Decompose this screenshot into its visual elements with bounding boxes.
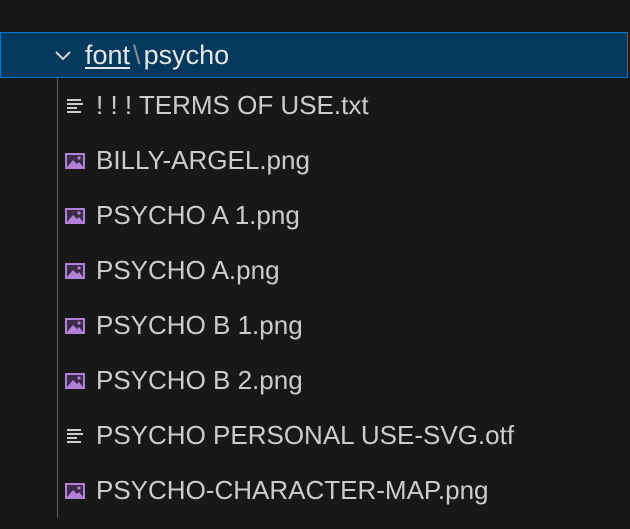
file-name: PSYCHO A.png xyxy=(96,255,280,285)
file-name: PSYCHO B 1.png xyxy=(96,310,303,340)
text-file-icon xyxy=(64,95,86,117)
folder-name: psycho xyxy=(143,39,230,70)
image-file-icon xyxy=(64,480,86,502)
file-row-terms-of-use[interactable]: ! ! ! TERMS OF USE.txt xyxy=(0,78,630,133)
file-name: PSYCHO PERSONAL USE-SVG.otf xyxy=(96,420,515,450)
previous-row-fragment: ˙ ˙ xyxy=(0,0,630,32)
file-row-billy-argel[interactable]: BILLY-ARGEL.png xyxy=(0,133,630,188)
clipped-text: ˙ ˙ xyxy=(330,0,360,17)
file-row-psycho-b-1[interactable]: PSYCHO B 1.png xyxy=(0,298,630,353)
file-row-psycho-b-2[interactable]: PSYCHO B 2.png xyxy=(0,353,630,408)
file-row-psycho-a[interactable]: PSYCHO A.png xyxy=(0,243,630,298)
image-file-icon xyxy=(64,260,86,282)
file-name: ! ! ! TERMS OF USE.txt xyxy=(96,90,369,120)
file-row-psycho-personal-use-svg[interactable]: PSYCHO PERSONAL USE-SVG.otf xyxy=(0,408,630,463)
image-file-icon xyxy=(64,370,86,392)
image-file-icon xyxy=(64,205,86,227)
file-row-psycho-a-1[interactable]: PSYCHO A 1.png xyxy=(0,188,630,243)
text-file-icon xyxy=(64,425,86,447)
folder-path-segment[interactable]: font xyxy=(85,40,130,71)
folder-row-psycho[interactable]: font \ psycho xyxy=(0,32,628,78)
folder-label: font \ psycho xyxy=(85,40,229,71)
image-file-icon xyxy=(64,315,86,337)
chevron-down-icon[interactable] xyxy=(53,45,73,65)
path-separator: \ xyxy=(133,39,141,70)
file-row-psycho-character-map[interactable]: PSYCHO-CHARACTER-MAP.png xyxy=(0,463,630,518)
file-name: PSYCHO B 2.png xyxy=(96,365,303,395)
image-file-icon xyxy=(64,150,86,172)
file-name: BILLY-ARGEL.png xyxy=(96,145,310,175)
file-name: PSYCHO-CHARACTER-MAP.png xyxy=(96,475,489,505)
file-name: PSYCHO A 1.png xyxy=(96,200,300,230)
file-tree: ! ! ! TERMS OF USE.txt BILLY-ARGEL.png P… xyxy=(0,78,630,518)
